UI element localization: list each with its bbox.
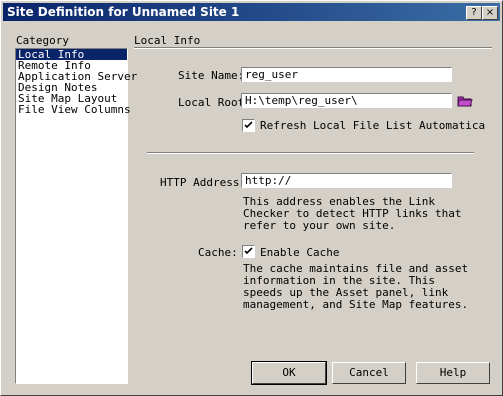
section-divider	[134, 47, 492, 49]
help-icon[interactable]: ?	[466, 6, 482, 20]
site-definition-dialog: Site Definition for Unnamed Site 1 ? × C…	[0, 0, 503, 396]
cache-description: The cache maintains file and asset infor…	[243, 262, 469, 311]
section-title: Local Info	[134, 34, 201, 47]
title-bar[interactable]: Site Definition for Unnamed Site 1 ? ×	[3, 3, 500, 21]
window-title: Site Definition for Unnamed Site 1	[7, 5, 240, 19]
refresh-label[interactable]: Refresh Local File List Automatica	[260, 119, 485, 132]
close-icon[interactable]: ×	[482, 6, 498, 20]
refresh-checkbox[interactable]	[242, 119, 255, 132]
cancel-button[interactable]: Cancel	[332, 362, 406, 384]
help-button[interactable]: Help	[416, 362, 490, 384]
enable-cache-checkbox[interactable]	[242, 245, 255, 258]
http-address-label: HTTP Address:	[160, 176, 247, 189]
site-name-label: Site Name:	[178, 69, 245, 82]
ok-button[interactable]: OK	[251, 361, 327, 385]
local-root-input[interactable]: H:\temp\reg_user\	[241, 93, 452, 108]
category-item-file-view-columns[interactable]: File View Columns	[16, 104, 131, 115]
http-address-input[interactable]: http://	[241, 173, 452, 188]
folder-icon[interactable]	[457, 94, 473, 111]
enable-cache-label[interactable]: Enable Cache	[260, 246, 339, 259]
local-root-label: Local Root	[178, 96, 245, 109]
category-heading: Category	[16, 34, 69, 47]
cache-label: Cache:	[198, 246, 238, 259]
middle-divider	[147, 152, 474, 154]
site-name-input[interactable]: reg_user	[241, 67, 452, 82]
http-address-description: This address enables the Link Checker to…	[243, 195, 462, 232]
category-list[interactable]: Local Info Remote Info Application Serve…	[15, 48, 137, 384]
